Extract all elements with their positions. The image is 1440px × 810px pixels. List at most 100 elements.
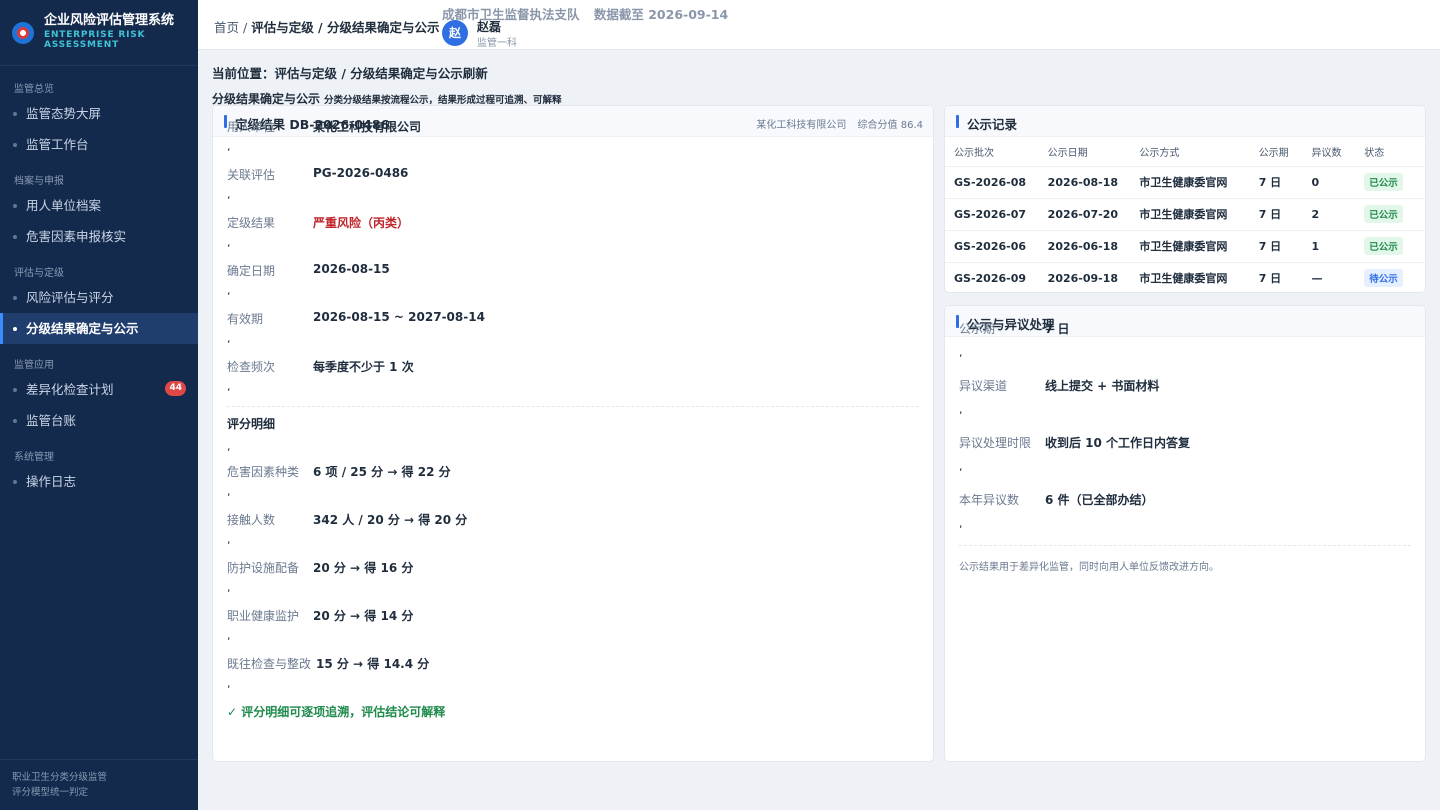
objection-panel: 公示与异议处理 公示期 7 日, 异议渠道 线上提交 + 书面材料, 异议处理时限 收到后… xyxy=(944,305,1426,762)
field-label: 危害因素种类 xyxy=(227,465,300,479)
records-column-header: 公示日期 xyxy=(1038,137,1131,167)
field-value: 15 分 → 得 14.4 分 xyxy=(316,657,430,671)
field-label: 既往检查与整改 xyxy=(227,657,312,671)
field-label: 接触人数 xyxy=(227,513,276,527)
count-badge: 44 xyxy=(165,381,186,396)
org-name: 成都市卫生监督执法支队 xyxy=(442,7,580,22)
field-label: 检查频次 xyxy=(227,360,276,374)
field-separator: , xyxy=(227,581,231,594)
section-divider xyxy=(959,545,1411,546)
table-cell-method: 市卫生健康委官网 xyxy=(1130,198,1250,231)
status-badge: 已公示 xyxy=(1364,173,1403,191)
field-separator: , xyxy=(227,188,231,201)
sidebar-item[interactable]: 风险评估与评分 xyxy=(0,282,198,313)
records-panel-title: 公示记录 xyxy=(955,114,1017,133)
table-row[interactable]: GS-2026-08 2026-08-18 市卫生健康委官网 7 日 0 已公示 xyxy=(945,166,1425,199)
sidebar-item-label: 危害因素申报核实 xyxy=(26,229,127,244)
score-detail-title: 评分明细 xyxy=(227,417,276,431)
field-label: 关联评估 xyxy=(227,168,276,182)
sidebar-item[interactable]: 用人单位档案 xyxy=(0,190,198,221)
field-label: 有效期 xyxy=(227,312,264,326)
table-cell-period: 7 日 xyxy=(1249,198,1303,231)
field-value: 20 分 → 得 16 分 xyxy=(313,561,414,575)
table-cell-batch: GS-2026-09 xyxy=(954,271,1027,285)
field-label: 防护设施配备 xyxy=(227,561,300,575)
sidebar-item[interactable]: 操作日志 xyxy=(0,466,198,497)
avatar[interactable]: 赵 xyxy=(442,20,468,46)
nav-dot-icon xyxy=(13,204,17,208)
field-separator: , xyxy=(227,533,231,546)
table-row[interactable]: GS-2026-07 2026-07-20 市卫生健康委官网 7 日 2 已公示 xyxy=(945,198,1425,231)
field-separator: , xyxy=(227,236,231,249)
records-table-body: GS-2026-08 2026-08-18 市卫生健康委官网 7 日 0 已公示 GS-20… xyxy=(945,166,1425,292)
field-separator: , xyxy=(959,403,963,416)
nav-group-label: 监管应用 xyxy=(14,360,54,371)
sidebar-item-label: 监管工作台 xyxy=(26,137,89,152)
records-table: 公示批次 公示日期 公示方式 公示期 异议数 状态 GS-2026-08 2026-08-1… xyxy=(945,137,1425,292)
nav-dot-icon xyxy=(13,296,17,300)
table-cell-batch: GS-2026-06 xyxy=(945,230,1039,263)
records-table-header: 公示批次 公示日期 公示方式 公示期 异议数 状态 xyxy=(945,137,1425,167)
breadcrumb: 首页 / 评估与定级 / 分级结果确定与公示 xyxy=(214,20,440,35)
field-value: 收到后 10 个工作日内答复 xyxy=(1045,436,1191,450)
records-column-header: 状态 xyxy=(1355,137,1425,167)
sidebar-item-label: 监管态势大屏 xyxy=(26,106,102,121)
field-value: 每季度不少于 1 次 xyxy=(313,360,414,374)
nav-dot-icon xyxy=(13,112,17,116)
table-cell-objections: 1 xyxy=(1302,230,1356,263)
topbar: 首页 / 评估与定级 / 分级结果确定与公示 成都市卫生监督执法支队 数据截至 … xyxy=(198,0,1440,50)
sidebar-item-label: 操作日志 xyxy=(26,474,77,489)
sidebar-item[interactable]: 差异化检查计划 44 xyxy=(0,374,198,405)
field-separator: , xyxy=(959,460,963,473)
nav-group-label: 监管总览 xyxy=(14,84,54,95)
field-value: 20 分 → 得 14 分 xyxy=(313,609,414,623)
field-label: 确定日期 xyxy=(227,264,276,278)
table-cell-method: 市卫生健康委官网 xyxy=(1139,272,1228,286)
sidebar-item[interactable]: 危害因素申报核实 xyxy=(0,221,198,252)
nav-group-label: 系统管理 xyxy=(14,452,54,463)
table-cell-status: 已公示 xyxy=(1355,166,1425,199)
field-label: 异议渠道 xyxy=(959,379,1008,393)
table-cell-batch: GS-2026-07 xyxy=(945,198,1039,231)
records-column-header: 异议数 xyxy=(1302,137,1356,167)
table-cell-date: 2026-08-18 xyxy=(1038,166,1131,199)
field-label: 公示期 xyxy=(959,322,996,336)
field-separator: , xyxy=(227,629,231,642)
field-label: 定级结果 xyxy=(227,216,276,230)
grading-result-panel: 定级结果 DB-2026-0486 某化工科技有限公司 综合分值 86.4 用人… xyxy=(212,105,934,762)
table-row[interactable]: GS-2026-09 2026-09-18 市卫生健康委官网 7 日 — 待公示 xyxy=(945,262,1425,292)
nav-dot-icon xyxy=(13,419,17,423)
sidebar-item[interactable]: 分级结果确定与公示 xyxy=(0,313,198,344)
sidebar-nav: 监管总览 监管态势大屏 监管工作台 档案与申报 用人单位档案 危害因素申报核实 评估与定级风… xyxy=(0,66,198,497)
field-separator: , xyxy=(959,517,963,530)
records-column-header: 公示批次 xyxy=(945,137,1039,167)
field-value: 7 日 xyxy=(1045,322,1070,336)
sidebar-item[interactable]: 监管态势大屏 xyxy=(0,98,198,129)
app-title: 企业风险评估管理系统 xyxy=(44,12,175,28)
table-row[interactable]: GS-2026-06 2026-06-18 市卫生健康委官网 7 日 1 已公示 xyxy=(945,230,1425,263)
field-value: 2026-08-15 ~ 2027-08-14 xyxy=(313,310,485,324)
sidebar-item[interactable]: 监管工作台 xyxy=(0,129,198,160)
field-label: 职业健康监护 xyxy=(227,609,300,623)
sidebar-item-label: 用人单位档案 xyxy=(26,198,102,213)
field-separator: , xyxy=(227,284,231,297)
breadcrumb-home[interactable]: 首页 xyxy=(214,20,239,35)
meta-score: 综合分值 86.4 xyxy=(857,120,923,131)
records-column-header: 公示方式 xyxy=(1130,137,1250,167)
field-separator: , xyxy=(227,140,231,153)
table-cell-method: 市卫生健康委官网 xyxy=(1130,166,1250,199)
table-cell-method: 市卫生健康委官网 xyxy=(1130,230,1250,263)
traceability-note: ✓ 评分明细可逐项追溯，评估结论可解释 xyxy=(227,705,446,719)
records-column-header: 公示期 xyxy=(1249,137,1303,167)
table-cell-objections: 2 xyxy=(1302,198,1356,231)
table-cell-period: 7 日 xyxy=(1249,230,1303,263)
sidebar-item[interactable]: 监管台账 xyxy=(0,405,198,436)
meta-company: 某化工科技有限公司 xyxy=(756,120,847,131)
field-label: 用人单位 xyxy=(227,120,276,134)
field-value: 某化工科技有限公司 xyxy=(313,120,422,134)
field-value: 线上提交 + 书面材料 xyxy=(1045,379,1160,393)
publicity-records-panel: 公示记录 公示批次 公示日期 公示方式 公示期 异议数 状态 GS-2026-08 2026… xyxy=(944,105,1426,293)
nav-dot-icon xyxy=(13,235,17,239)
app-subtitle: ENTERPRISE RISK ASSESSMENT xyxy=(44,30,146,51)
user-name[interactable]: 赵磊 xyxy=(477,18,501,35)
